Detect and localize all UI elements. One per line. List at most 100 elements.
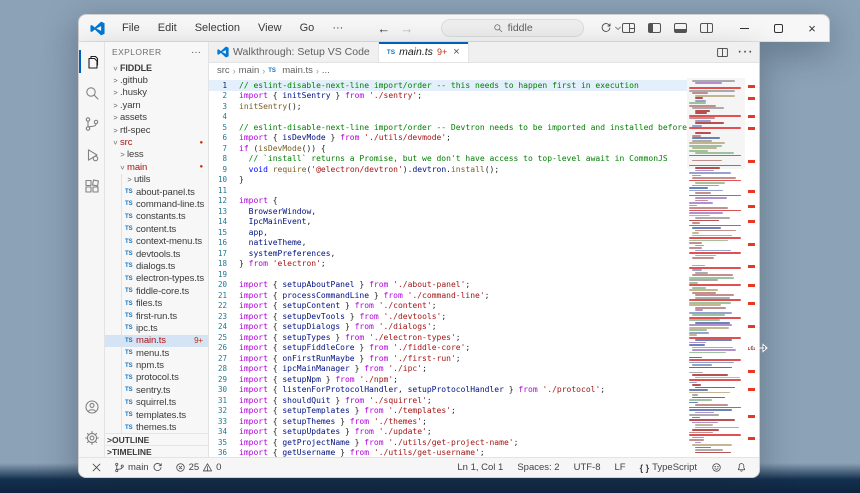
file-item-command-line-ts[interactable]: TScommand-line.ts bbox=[105, 198, 208, 210]
git-branch-item[interactable]: main bbox=[110, 462, 167, 473]
minimize-button[interactable] bbox=[727, 15, 761, 41]
command-center-search[interactable]: fiddle bbox=[441, 19, 584, 37]
code-line-6[interactable]: 6import { isDevMode } from './utils/devm… bbox=[209, 133, 759, 144]
menu-go[interactable]: Go bbox=[292, 20, 323, 36]
menu-file[interactable]: File bbox=[114, 20, 148, 36]
file-item-files-ts[interactable]: TSfiles.ts bbox=[105, 297, 208, 309]
explorer-more-actions-icon[interactable]: ··· bbox=[191, 47, 201, 58]
code-line-26[interactable]: 26import { setupFiddleCore } from './fid… bbox=[209, 343, 759, 354]
folder-item-main[interactable]: >main● bbox=[105, 161, 208, 173]
folder-item-fiddle[interactable]: >FIDDLE bbox=[105, 62, 208, 74]
customize-layout-icon[interactable] bbox=[622, 23, 635, 33]
eol-sequence[interactable]: LF bbox=[611, 462, 630, 473]
file-item-about-panel-ts[interactable]: TSabout-panel.ts bbox=[105, 186, 208, 198]
breadcrumb-item-main[interactable]: main bbox=[239, 65, 260, 76]
breadcrumb-item-main-ts[interactable]: TSmain.ts bbox=[268, 65, 313, 76]
problems-item[interactable]: 25 0 bbox=[171, 462, 226, 473]
code-line-3[interactable]: 3initSentry(); bbox=[209, 101, 759, 112]
code-line-18[interactable]: 18} from 'electron'; bbox=[209, 259, 759, 270]
code-line-34[interactable]: 34import { setupUpdates } from './update… bbox=[209, 427, 759, 438]
remote-indicator-icon[interactable] bbox=[87, 462, 106, 473]
file-item-menu-ts[interactable]: TSmenu.ts bbox=[105, 347, 208, 359]
file-item-electron-types-ts[interactable]: TSelectron-types.ts bbox=[105, 273, 208, 285]
code-line-32[interactable]: 32import { setupTemplates } from './temp… bbox=[209, 406, 759, 417]
folder-item-assets[interactable]: >assets bbox=[105, 112, 208, 124]
folder-item--yarn[interactable]: >.yarn bbox=[105, 99, 208, 111]
toggle-secondary-sidebar-icon[interactable] bbox=[700, 23, 713, 33]
code-editor[interactable]: 1// eslint-disable-next-line import/orde… bbox=[209, 78, 759, 457]
file-item-constants-ts[interactable]: TSconstants.ts bbox=[105, 211, 208, 223]
tab-walkthrough-setup-vs-code[interactable]: Walkthrough: Setup VS Code bbox=[209, 42, 379, 62]
code-line-17[interactable]: 17 systemPreferences, bbox=[209, 248, 759, 259]
code-line-35[interactable]: 35import { getProjectName } from './util… bbox=[209, 437, 759, 448]
code-line-24[interactable]: 24import { setupDialogs } from './dialog… bbox=[209, 322, 759, 333]
activity-item-extensions[interactable] bbox=[79, 170, 105, 201]
feedback-icon[interactable] bbox=[707, 462, 726, 473]
activity-item-search[interactable] bbox=[79, 77, 105, 108]
code-line-19[interactable]: 19 bbox=[209, 269, 759, 280]
folder-item--github[interactable]: >.github bbox=[105, 74, 208, 86]
code-line-11[interactable]: 11 bbox=[209, 185, 759, 196]
code-line-33[interactable]: 33import { setupThemes } from './themes'… bbox=[209, 416, 759, 427]
code-line-30[interactable]: 30import { listenForProtocolHandler, set… bbox=[209, 385, 759, 396]
code-line-10[interactable]: 10} bbox=[209, 175, 759, 186]
file-item-protocol-ts[interactable]: TSprotocol.ts bbox=[105, 372, 208, 384]
code-line-9[interactable]: 9 void require('@electron/devtron').devt… bbox=[209, 164, 759, 175]
code-line-23[interactable]: 23import { setupDevTools } from './devto… bbox=[209, 311, 759, 322]
code-line-12[interactable]: 12import { bbox=[209, 196, 759, 207]
code-line-1[interactable]: 1// eslint-disable-next-line import/orde… bbox=[209, 80, 759, 91]
toggle-panel-icon[interactable] bbox=[674, 23, 687, 33]
file-item-fiddle-core-ts[interactable]: TSfiddle-core.ts bbox=[105, 285, 208, 297]
tab-main-ts[interactable]: TSmain.ts9+× bbox=[379, 42, 469, 62]
code-line-28[interactable]: 28import { ipcMainManager } from './ipc'… bbox=[209, 364, 759, 375]
split-editor-icon[interactable] bbox=[716, 46, 729, 59]
cursor-position[interactable]: Ln 1, Col 1 bbox=[453, 462, 507, 473]
nav-back-button[interactable]: ← bbox=[377, 21, 390, 36]
language-mode[interactable]: { } TypeScript bbox=[636, 462, 701, 473]
section-outline[interactable]: >OUTLINE bbox=[105, 433, 208, 445]
notifications-bell-icon[interactable] bbox=[732, 462, 751, 473]
code-line-25[interactable]: 25import { setupTypes } from './electron… bbox=[209, 332, 759, 343]
code-line-15[interactable]: 15 app, bbox=[209, 227, 759, 238]
minimap[interactable] bbox=[687, 78, 745, 457]
breadcrumb-item--[interactable]: ... bbox=[322, 65, 330, 76]
code-line-7[interactable]: 7if (isDevMode()) { bbox=[209, 143, 759, 154]
breadcrumb[interactable]: src›main›TSmain.ts›... bbox=[209, 63, 759, 78]
folder-item-src[interactable]: >src● bbox=[105, 136, 208, 148]
menu-view[interactable]: View bbox=[250, 20, 290, 36]
code-line-2[interactable]: 2import { initSentry } from './sentry'; bbox=[209, 91, 759, 102]
activity-item-run-debug[interactable] bbox=[79, 139, 105, 170]
file-item-templates-ts[interactable]: TStemplates.ts bbox=[105, 409, 208, 421]
editor-more-actions-icon[interactable]: ··· bbox=[737, 43, 753, 61]
activity-item-accounts[interactable] bbox=[79, 391, 105, 422]
code-line-31[interactable]: 31import { shouldQuit } from './squirrel… bbox=[209, 395, 759, 406]
menu-edit[interactable]: Edit bbox=[150, 20, 185, 36]
code-line-36[interactable]: 36import { getUsername } from './utils/g… bbox=[209, 448, 759, 458]
section-timeline[interactable]: >TIMELINE bbox=[105, 445, 208, 457]
session-replay-control[interactable] bbox=[600, 22, 622, 34]
maximize-button[interactable] bbox=[761, 15, 795, 41]
folder-item-less[interactable]: >less bbox=[105, 149, 208, 161]
code-line-21[interactable]: 21import { processCommandLine } from './… bbox=[209, 290, 759, 301]
code-line-29[interactable]: 29import { setupNpm } from './npm'; bbox=[209, 374, 759, 385]
tab-close-icon[interactable]: × bbox=[453, 46, 459, 58]
menu-selection[interactable]: Selection bbox=[187, 20, 248, 36]
file-item-npm-ts[interactable]: TSnpm.ts bbox=[105, 359, 208, 371]
file-item-main-ts[interactable]: TSmain.ts9+ bbox=[105, 335, 208, 347]
file-item-themes-ts[interactable]: TSthemes.ts bbox=[105, 421, 208, 433]
code-line-13[interactable]: 13 BrowserWindow, bbox=[209, 206, 759, 217]
code-line-16[interactable]: 16 nativeTheme, bbox=[209, 238, 759, 249]
folder-item-utils[interactable]: >utils bbox=[105, 174, 208, 186]
file-item-ipc-ts[interactable]: TSipc.ts bbox=[105, 322, 208, 334]
menu-[interactable]: ··· bbox=[324, 20, 351, 36]
code-line-8[interactable]: 8 // `install` returns a Promise, but we… bbox=[209, 154, 759, 165]
encoding[interactable]: UTF-8 bbox=[570, 462, 605, 473]
folder-item--husky[interactable]: >.husky bbox=[105, 87, 208, 99]
file-item-devtools-ts[interactable]: TSdevtools.ts bbox=[105, 248, 208, 260]
code-line-20[interactable]: 20import { setupAboutPanel } from './abo… bbox=[209, 280, 759, 291]
file-item-squirrel-ts[interactable]: TSsquirrel.ts bbox=[105, 397, 208, 409]
code-line-22[interactable]: 22import { setupContent } from './conten… bbox=[209, 301, 759, 312]
nav-forward-button[interactable]: → bbox=[400, 21, 413, 36]
file-item-first-run-ts[interactable]: TSfirst-run.ts bbox=[105, 310, 208, 322]
toggle-primary-sidebar-icon[interactable] bbox=[648, 23, 661, 33]
